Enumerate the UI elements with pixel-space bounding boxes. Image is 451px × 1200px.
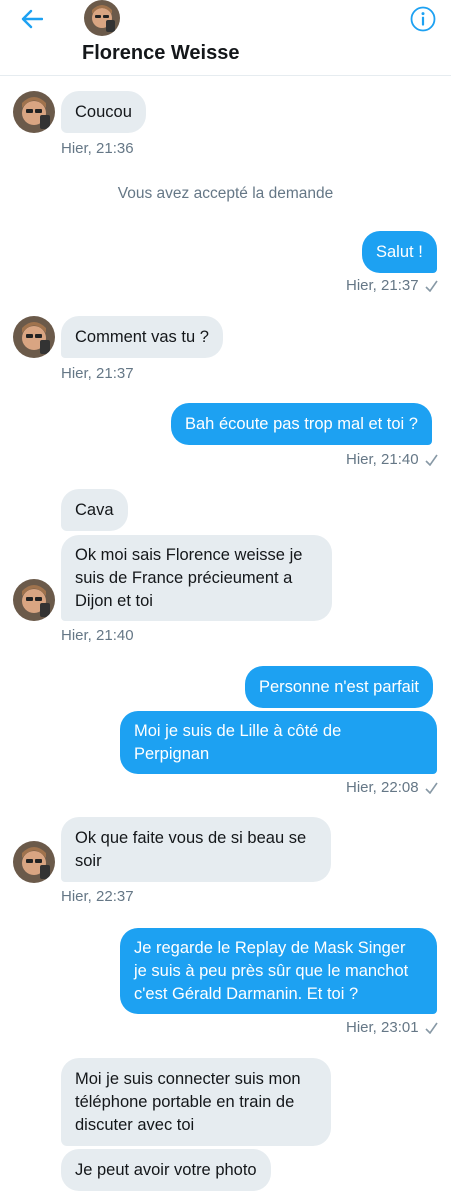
message-text-line: soir bbox=[75, 851, 102, 870]
message-bubble-incoming[interactable]: Coucou bbox=[61, 91, 146, 133]
message-bubble-outgoing[interactable]: Salut ! bbox=[362, 231, 437, 273]
message-bubble-incoming[interactable]: Moi je suis connecter suis mon téléphone… bbox=[61, 1058, 331, 1146]
arrow-left-icon bbox=[21, 9, 43, 29]
info-circle-icon bbox=[410, 6, 436, 32]
message-text-line: téléphone portable en train de bbox=[75, 1092, 295, 1111]
message-text-line: Je regarde le Replay de Mask Singer bbox=[134, 938, 406, 957]
message-bubble-incoming[interactable]: Ok moi sais Florence weisse je suis de F… bbox=[61, 535, 332, 621]
contact-avatar[interactable] bbox=[13, 579, 55, 621]
header-avatar[interactable] bbox=[84, 0, 120, 36]
message-text-line: Moi je suis de Lille à côté de bbox=[134, 721, 342, 740]
message-text-line: discuter avec toi bbox=[75, 1115, 195, 1134]
message-timestamp: Hier, 22:37 bbox=[61, 888, 134, 905]
message-timestamp: Hier, 21:40 bbox=[346, 451, 438, 468]
message-text: Comment vas tu ? bbox=[75, 327, 209, 346]
message-text: Salut ! bbox=[376, 242, 423, 261]
message-text-line: Dijon et toi bbox=[75, 591, 153, 610]
system-message: Vous avez accepté la demande bbox=[117, 185, 334, 202]
timestamp-text: Hier, 21:37 bbox=[346, 277, 419, 294]
message-timestamp: Hier, 21:37 bbox=[346, 277, 438, 294]
info-button[interactable] bbox=[408, 4, 438, 34]
message-bubble-incoming[interactable]: Ok que faite vous de si beau se soir bbox=[61, 817, 331, 882]
message-timestamp: Hier, 21:40 bbox=[61, 627, 134, 644]
message-text: Coucou bbox=[75, 102, 132, 121]
contact-avatar[interactable] bbox=[13, 91, 55, 133]
message-bubble-incoming[interactable]: Je peut avoir votre photo bbox=[61, 1149, 271, 1191]
message-timestamp: Hier, 22:08 bbox=[346, 779, 438, 796]
timestamp-text: Hier, 21:40 bbox=[346, 451, 419, 468]
message-bubble-outgoing[interactable]: Bah écoute pas trop mal et toi ? bbox=[171, 403, 432, 445]
conversation-header: Florence Weisse bbox=[0, 0, 451, 76]
timestamp-text: Hier, 23:01 bbox=[346, 1019, 419, 1036]
message-text: Personne n'est parfait bbox=[259, 677, 419, 696]
message-bubble-incoming[interactable]: Cava bbox=[61, 489, 128, 531]
conversation-title[interactable]: Florence Weisse bbox=[82, 42, 239, 65]
message-text: Cava bbox=[75, 500, 114, 519]
message-bubble-outgoing[interactable]: Je regarde le Replay de Mask Singer je s… bbox=[120, 928, 437, 1014]
check-icon bbox=[424, 1022, 438, 1034]
message-timestamp: Hier, 21:36 bbox=[61, 140, 134, 157]
contact-avatar[interactable] bbox=[13, 841, 55, 883]
message-bubble-outgoing[interactable]: Moi je suis de Lille à côté de Perpignan bbox=[120, 711, 437, 774]
message-text-line: Perpignan bbox=[134, 744, 210, 763]
check-icon bbox=[424, 782, 438, 794]
message-bubble-incoming[interactable]: Comment vas tu ? bbox=[61, 316, 223, 358]
message-timestamp: Hier, 23:01 bbox=[346, 1019, 438, 1036]
message-text: Je peut avoir votre photo bbox=[75, 1160, 257, 1179]
message-text-line: Moi je suis connecter suis mon bbox=[75, 1069, 301, 1088]
timestamp-text: Hier, 22:08 bbox=[346, 779, 419, 796]
message-text-line: Ok moi sais Florence weisse je bbox=[75, 545, 303, 564]
back-button[interactable] bbox=[14, 4, 50, 34]
message-text-line: je suis à peu près sûr que le manchot bbox=[134, 961, 409, 980]
message-text-line: Ok que faite vous de si beau se bbox=[75, 828, 307, 847]
message-text-line: c'est Gérald Darmanin. Et toi ? bbox=[134, 984, 359, 1003]
message-text: Bah écoute pas trop mal et toi ? bbox=[185, 414, 418, 433]
message-text-line: suis de France précieument a bbox=[75, 568, 293, 587]
contact-avatar[interactable] bbox=[13, 316, 55, 358]
check-icon bbox=[424, 454, 438, 466]
message-timestamp: Hier, 21:37 bbox=[61, 365, 134, 382]
check-icon bbox=[424, 280, 438, 292]
message-bubble-outgoing[interactable]: Personne n'est parfait bbox=[245, 666, 433, 708]
